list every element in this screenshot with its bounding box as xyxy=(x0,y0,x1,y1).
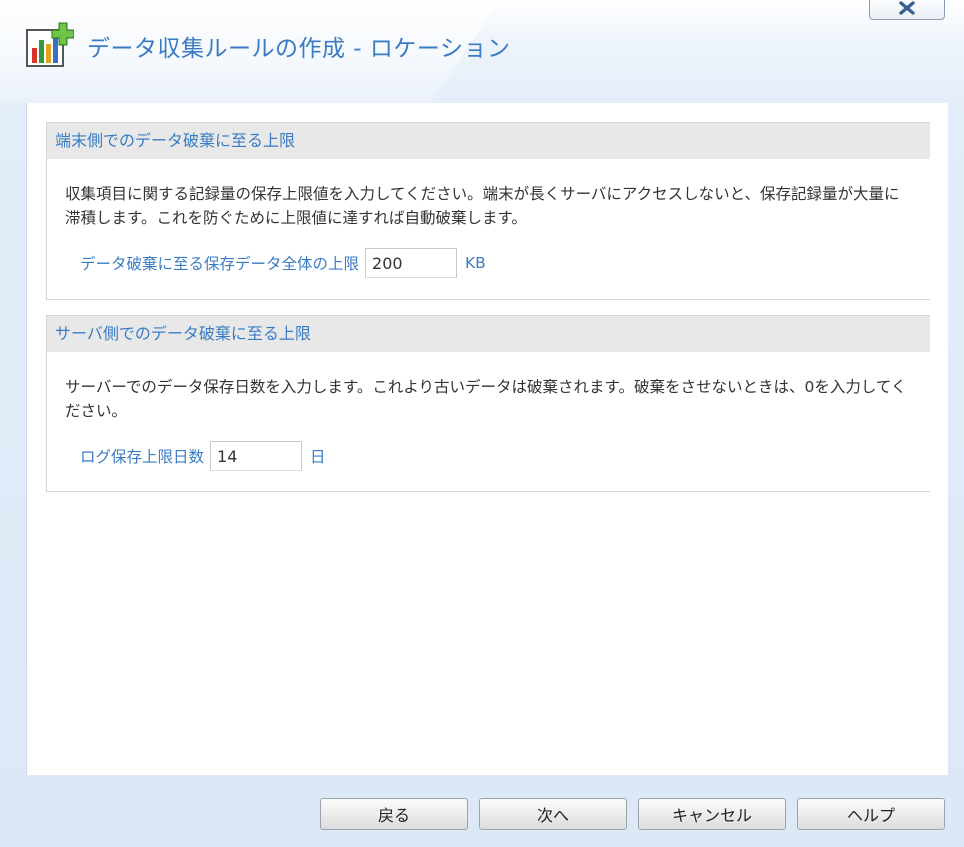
window-title: データ収集ルールの作成 - ロケーション xyxy=(87,36,511,62)
storage-limit-input[interactable] xyxy=(365,248,458,278)
close-button[interactable] xyxy=(869,0,945,20)
content-panel: 端末側でのデータ破棄に至る上限 収集項目に関する記録量の保存上限値を入力してくだ… xyxy=(26,103,948,775)
chart-add-icon xyxy=(26,22,74,67)
section-heading: 端末側でのデータ破棄に至る上限 xyxy=(47,123,930,159)
unit-label: KB xyxy=(465,254,486,272)
unit-label: 日 xyxy=(310,448,326,466)
storage-limit-row: データ破棄に至る保存データ全体の上限 KB xyxy=(80,248,486,278)
close-icon xyxy=(899,1,915,15)
retention-days-row: ログ保存上限日数 日 xyxy=(80,441,326,471)
device-limit-section: 端末側でのデータ破棄に至る上限 収集項目に関する記録量の保存上限値を入力してくだ… xyxy=(46,122,930,300)
help-button[interactable]: ヘルプ xyxy=(797,798,945,830)
back-button[interactable]: 戻る xyxy=(320,798,468,830)
section-description: 収集項目に関する記録量の保存上限値を入力してください。端末が長くサーバにアクセス… xyxy=(65,185,900,227)
storage-limit-label: データ破棄に至る保存データ全体の上限 xyxy=(80,255,360,273)
section-description: サーバーでのデータ保存日数を入力します。これより古いデータは破棄されます。破棄を… xyxy=(65,378,907,420)
retention-days-label: ログ保存上限日数 xyxy=(80,448,205,466)
retention-days-input[interactable] xyxy=(210,441,303,471)
section-heading: サーバ側でのデータ破棄に至る上限 xyxy=(47,316,930,352)
cancel-button[interactable]: キャンセル xyxy=(638,798,786,830)
server-limit-section: サーバ側でのデータ破棄に至る上限 サーバーでのデータ保存日数を入力します。これよ… xyxy=(46,315,930,492)
next-button[interactable]: 次へ xyxy=(479,798,627,830)
